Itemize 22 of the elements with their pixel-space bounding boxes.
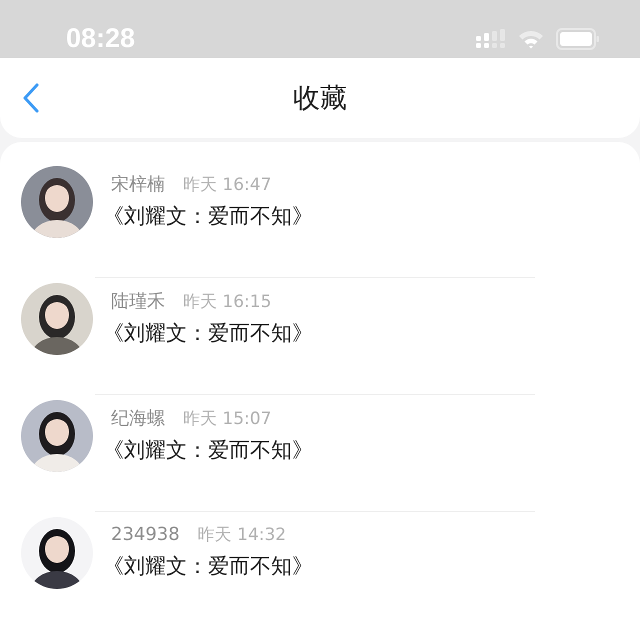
author-name: 纪海螺 xyxy=(111,407,165,430)
item-title: 《刘耀文：爱而不知》 xyxy=(103,553,313,580)
item-title: 《刘耀文：爱而不知》 xyxy=(103,437,313,464)
timestamp: 昨天 14:32 xyxy=(198,524,286,546)
page-title: 收藏 xyxy=(293,82,347,116)
author-name: 234938 xyxy=(111,524,180,545)
item-title: 《刘耀文：爱而不知》 xyxy=(103,203,313,230)
author-name: 宋梓楠 xyxy=(111,173,165,196)
wifi-icon xyxy=(518,29,544,49)
favorite-item[interactable]: 234938 昨天 14:32 《刘耀文：爱而不知》 xyxy=(0,515,640,626)
timestamp: 昨天 16:47 xyxy=(183,174,272,196)
item-title: 《刘耀文：爱而不知》 xyxy=(103,320,313,347)
favorite-item[interactable]: 宋梓楠 昨天 16:47 《刘耀文：爱而不知》 xyxy=(0,164,640,281)
author-name: 陆瑾禾 xyxy=(111,290,165,313)
battery-icon xyxy=(556,28,600,50)
timestamp: 昨天 15:07 xyxy=(183,408,272,430)
favorite-item[interactable]: 陆瑾禾 昨天 16:15 《刘耀文：爱而不知》 xyxy=(0,281,640,398)
signal-icon xyxy=(476,29,506,49)
back-button[interactable] xyxy=(22,82,40,114)
back-chevron-icon xyxy=(22,82,40,114)
favorite-item[interactable]: 纪海螺 昨天 15:07 《刘耀文：爱而不知》 xyxy=(0,398,640,515)
timestamp: 昨天 16:15 xyxy=(183,291,272,313)
